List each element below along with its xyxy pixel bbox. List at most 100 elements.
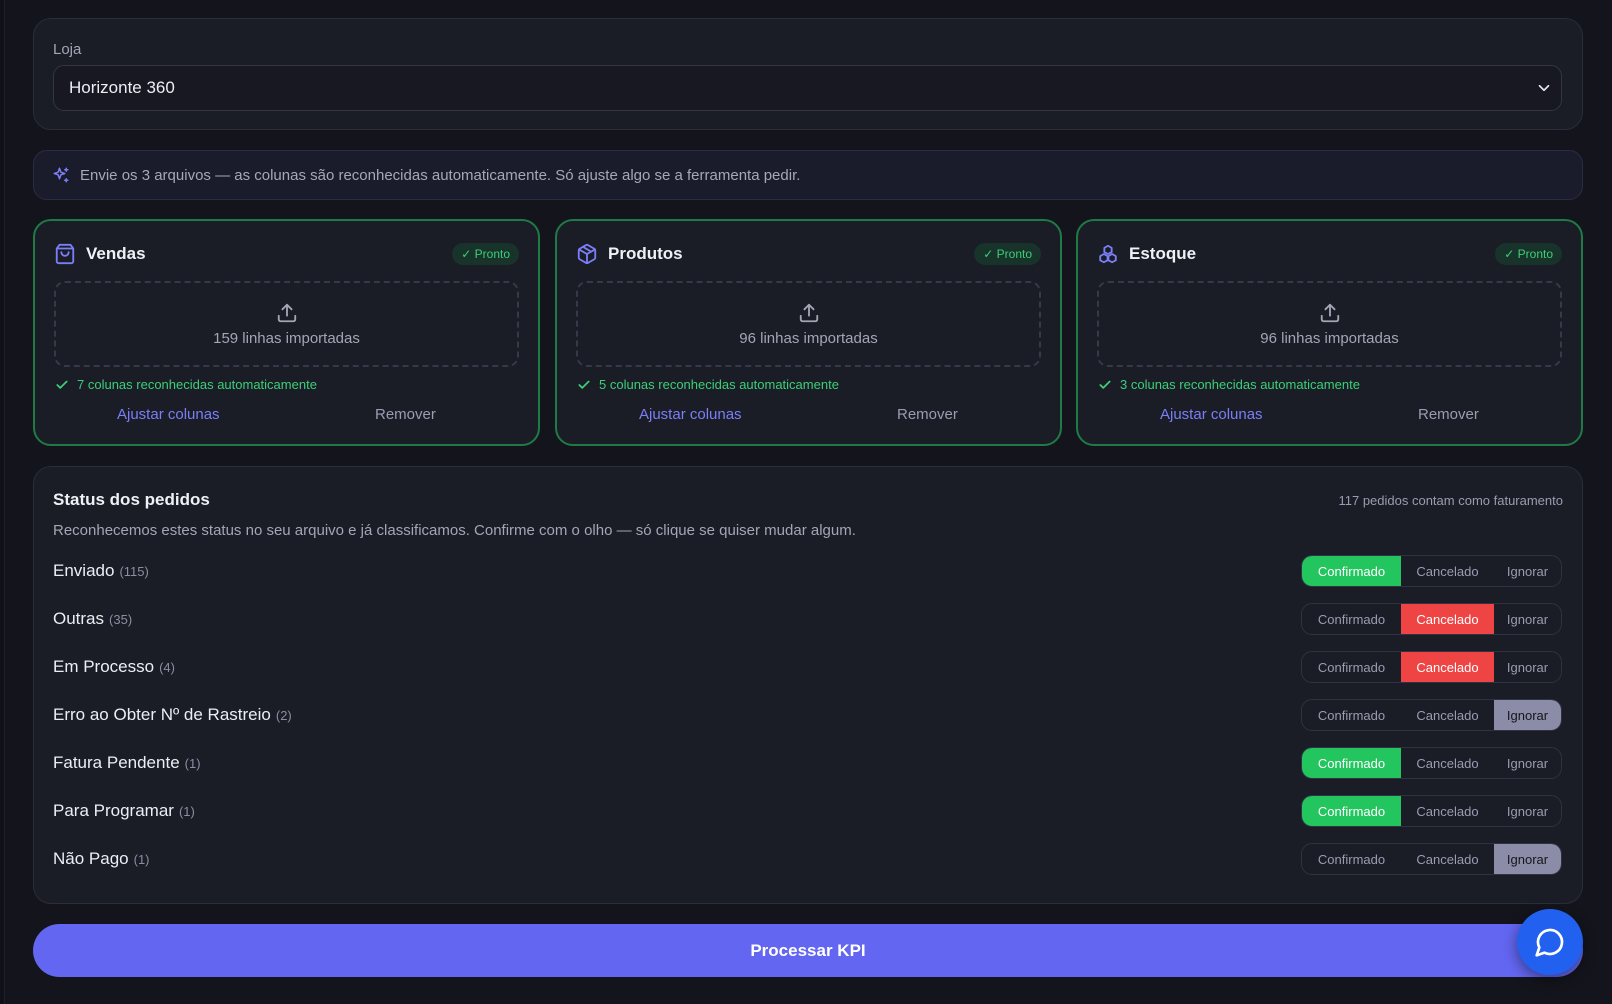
revenue-orders-count: 117 pedidos contam como faturamento (1338, 493, 1563, 508)
store-panel: Loja Horizonte 360 (33, 18, 1583, 130)
status-classification-toggle: Confirmado Cancelado Ignorar (1301, 651, 1562, 683)
recognized-columns-text: 3 colunas reconhecidas automaticamente (1120, 377, 1360, 392)
remove-link[interactable]: Remover (375, 406, 436, 423)
option-confirmado[interactable]: Confirmado (1302, 604, 1401, 634)
remove-link[interactable]: Remover (1418, 406, 1479, 423)
ready-badge: ✓ Pronto (452, 243, 519, 265)
status-classification-toggle: Confirmado Cancelado Ignorar (1301, 747, 1562, 779)
upload-dropzone[interactable]: 96 linhas importadas (576, 281, 1041, 367)
card-title-text: Estoque (1129, 244, 1197, 263)
option-cancelado[interactable]: Cancelado (1401, 748, 1494, 778)
upload-card-vendas: Vendas ✓ Pronto 159 linhas importadas 7 … (33, 219, 540, 446)
process-kpi-button[interactable]: Processar KPI (33, 924, 1583, 977)
status-classification-toggle: Confirmado Cancelado Ignorar (1301, 699, 1562, 731)
option-cancelado[interactable]: Cancelado (1401, 700, 1494, 730)
status-count: (1) (184, 755, 201, 771)
recognized-columns: 3 colunas reconhecidas automaticamente (1098, 377, 1360, 392)
card-title-text: Produtos (608, 244, 683, 263)
imported-rows-text: 159 linhas importadas (213, 329, 360, 347)
status-name: Em Processo (53, 657, 155, 676)
adjust-columns-link[interactable]: Ajustar colunas (639, 406, 742, 423)
store-select[interactable]: Horizonte 360 (53, 65, 1562, 111)
status-row: Outras (35) Confirmado Cancelado Ignorar (53, 603, 1562, 635)
chat-button[interactable] (1517, 909, 1583, 975)
upload-icon (1320, 303, 1339, 322)
status-name: Erro ao Obter Nº de Rastreio (53, 705, 271, 724)
option-cancelado[interactable]: Cancelado (1401, 604, 1494, 634)
check-icon (1099, 380, 1111, 389)
status-count: (115) (119, 563, 149, 579)
status-count: (1) (133, 851, 150, 867)
ready-badge: ✓ Pronto (974, 243, 1041, 265)
option-ignorar[interactable]: Ignorar (1494, 652, 1561, 682)
boxes-icon (1099, 244, 1117, 264)
info-banner-text: Envie os 3 arquivos — as colunas são rec… (80, 166, 801, 184)
info-banner: Envie os 3 arquivos — as colunas são rec… (33, 150, 1583, 200)
option-confirmado[interactable]: Confirmado (1302, 652, 1401, 682)
status-count: (1) (178, 803, 195, 819)
card-title: Produtos (576, 243, 683, 265)
option-cancelado[interactable]: Cancelado (1401, 652, 1494, 682)
status-row: Em Processo (4) Confirmado Cancelado Ignorar (53, 651, 1562, 683)
recognized-columns: 5 colunas reconhecidas automaticamente (577, 377, 839, 392)
upload-dropzone[interactable]: 159 linhas importadas (54, 281, 519, 367)
upload-card-produtos: Produtos ✓ Pronto 96 linhas importadas 5… (555, 219, 1062, 446)
status-name: Para Programar (53, 801, 174, 820)
shopping-bag-icon (55, 243, 75, 265)
upload-icon (277, 303, 296, 322)
chevron-down-icon (1538, 84, 1550, 92)
remove-link[interactable]: Remover (897, 406, 958, 423)
status-title: Status dos pedidos (53, 490, 210, 509)
card-title-text: Vendas (86, 244, 146, 263)
card-title: Vendas (54, 243, 146, 265)
chat-bubble-icon (1535, 928, 1564, 957)
order-status-panel: Status dos pedidos 117 pedidos contam co… (33, 466, 1583, 904)
option-confirmado[interactable]: Confirmado (1302, 844, 1401, 874)
option-ignorar[interactable]: Ignorar (1494, 700, 1561, 730)
status-row: Enviado (115) Confirmado Cancelado Ignorar (53, 555, 1562, 587)
check-icon (56, 380, 68, 389)
status-row: Erro ao Obter Nº de Rastreio (2) Confirmad… (53, 699, 1562, 731)
check-icon (578, 380, 590, 389)
card-title: Estoque (1097, 243, 1196, 265)
option-ignorar[interactable]: Ignorar (1494, 796, 1561, 826)
status-row: Fatura Pendente (1) Confirmado Cancelado Ign… (53, 747, 1562, 779)
option-confirmado[interactable]: Confirmado (1302, 700, 1401, 730)
option-ignorar[interactable]: Ignorar (1494, 556, 1561, 586)
option-ignorar[interactable]: Ignorar (1494, 844, 1561, 874)
status-name: Outras (53, 609, 105, 628)
status-name: Fatura Pendente (53, 753, 180, 772)
option-confirmado[interactable]: Confirmado (1302, 796, 1401, 826)
option-ignorar[interactable]: Ignorar (1494, 604, 1561, 634)
upload-card-estoque: Estoque ✓ Pronto 96 linhas importadas 3 … (1076, 219, 1583, 446)
status-description: Reconhecemos estes status no seu arquivo… (53, 522, 856, 539)
status-classification-toggle: Confirmado Cancelado Ignorar (1301, 843, 1562, 875)
left-edge-divider (0, 0, 5, 1004)
recognized-columns-text: 5 colunas reconhecidas automaticamente (599, 377, 839, 392)
ready-badge: ✓ Pronto (1495, 243, 1562, 265)
status-row: Para Programar (1) Confirmado Cancelado Igno… (53, 795, 1562, 827)
option-confirmado[interactable]: Confirmado (1302, 748, 1401, 778)
imported-rows-text: 96 linhas importadas (739, 329, 878, 347)
status-classification-toggle: Confirmado Cancelado Ignorar (1301, 795, 1562, 827)
option-ignorar[interactable]: Ignorar (1494, 748, 1561, 778)
option-cancelado[interactable]: Cancelado (1401, 796, 1494, 826)
recognized-columns: 7 colunas reconhecidas automaticamente (55, 377, 317, 392)
status-count: (35) (109, 611, 133, 627)
status-classification-toggle: Confirmado Cancelado Ignorar (1301, 603, 1562, 635)
adjust-columns-link[interactable]: Ajustar colunas (117, 406, 220, 423)
package-icon (577, 243, 597, 265)
sparkles-icon (53, 167, 69, 183)
option-confirmado[interactable]: Confirmado (1302, 556, 1401, 586)
status-count: (4) (159, 659, 175, 675)
status-row: Não Pago (1) Confirmado Cancelado Ignorar (53, 843, 1562, 875)
status-name: Não Pago (53, 849, 129, 868)
adjust-columns-link[interactable]: Ajustar colunas (1160, 406, 1263, 423)
upload-icon (799, 303, 818, 322)
status-classification-toggle: Confirmado Cancelado Ignorar (1301, 555, 1562, 587)
store-select-value: Horizonte 360 (69, 78, 175, 97)
option-cancelado[interactable]: Cancelado (1401, 844, 1494, 874)
option-cancelado[interactable]: Cancelado (1401, 556, 1494, 586)
imported-rows-text: 96 linhas importadas (1260, 329, 1399, 347)
upload-dropzone[interactable]: 96 linhas importadas (1097, 281, 1562, 367)
